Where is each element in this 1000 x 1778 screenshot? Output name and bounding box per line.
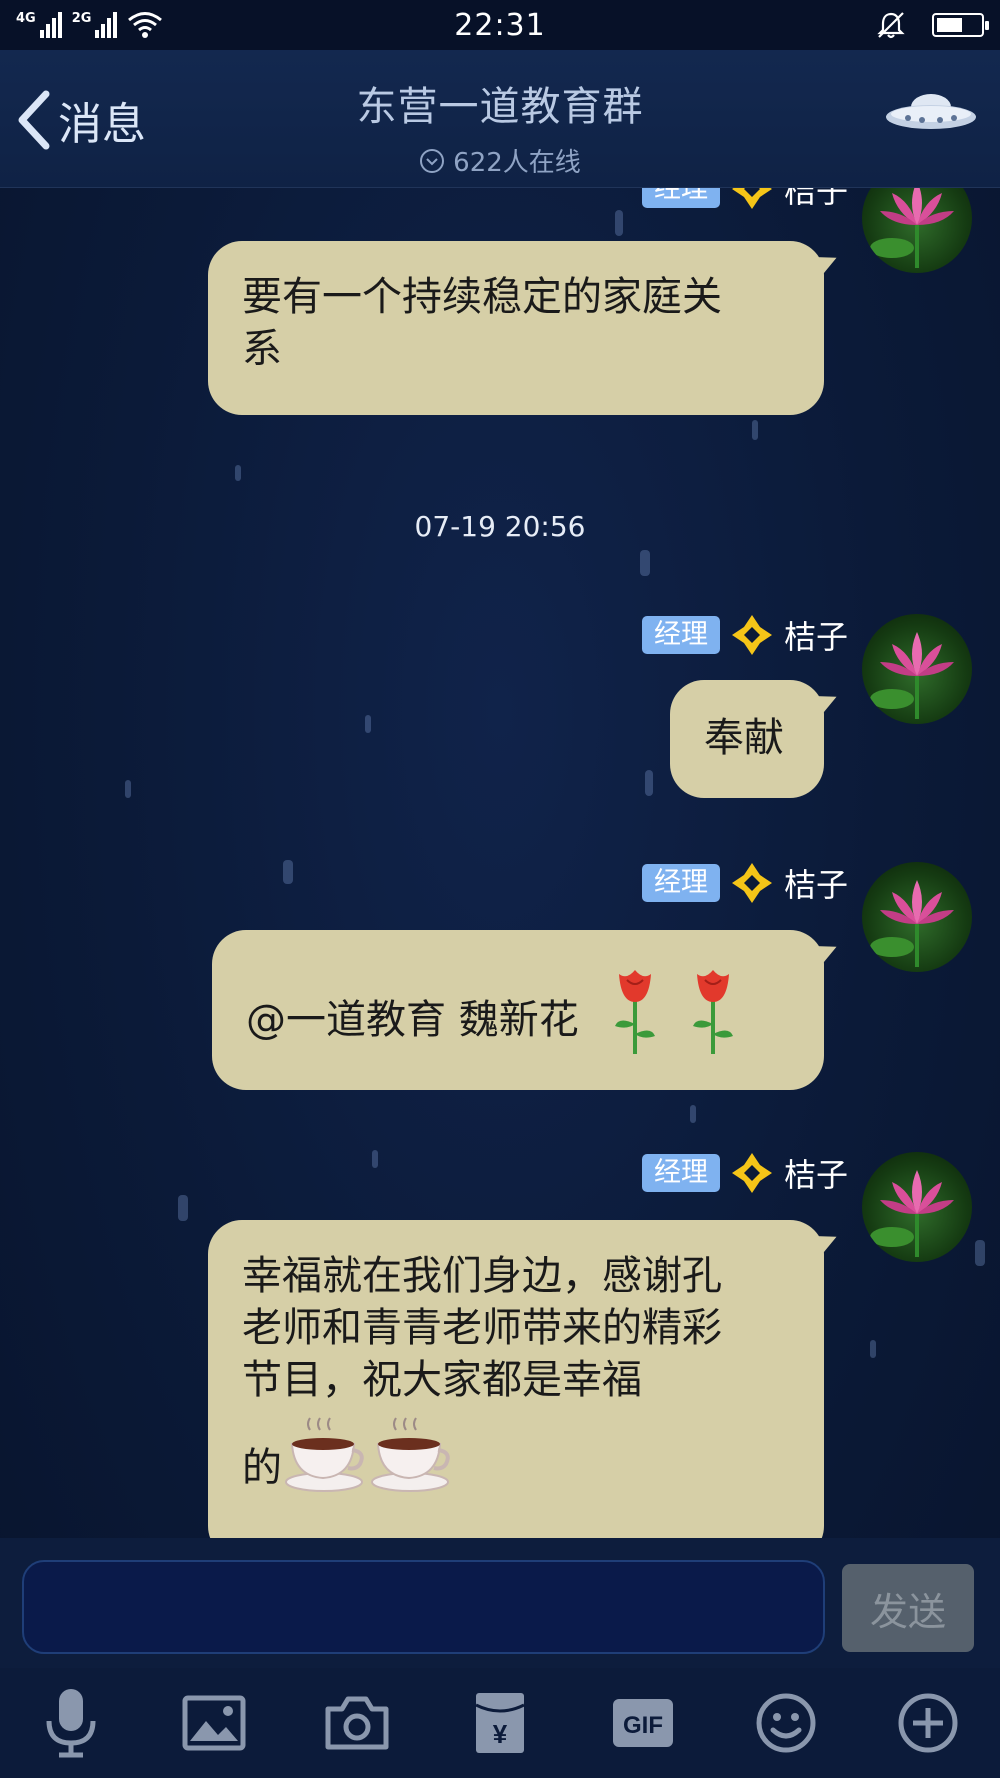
camera-icon (325, 1696, 389, 1750)
status-bar: 4G 2G 22:31 (0, 0, 1000, 50)
message-bubble[interactable]: 幸福就在我们身边，感谢孔 老师和青青老师带来的精彩 节目，祝大家都是幸福 的 (208, 1220, 824, 1538)
gif-button[interactable]: GIF (603, 1683, 683, 1763)
role-badge: 经理 (641, 1154, 720, 1192)
role-badge: 经理 (641, 616, 720, 654)
avatar[interactable] (862, 862, 972, 972)
chevron-down-circle-icon[interactable] (419, 148, 445, 174)
diamond-icon (731, 188, 772, 209)
diamond-icon (731, 615, 772, 655)
sender-name: 桔子 (783, 618, 848, 656)
clock: 22:31 (454, 7, 546, 43)
voice-button[interactable] (31, 1683, 111, 1763)
input-toolbar: ¥ GIF (0, 1668, 1000, 1778)
sender-info: 经理 桔子 (641, 860, 848, 906)
lotus-icon (870, 632, 954, 719)
image-button[interactable] (174, 1683, 254, 1763)
message-input[interactable] (22, 1560, 825, 1654)
ufo-icon (886, 94, 976, 129)
message-text: 系 (242, 326, 282, 372)
bell-muted-icon (877, 12, 905, 39)
lotus-icon (870, 188, 954, 268)
message-text: @一道教育 魏新花 (246, 997, 579, 1043)
sender-info: 经理 桔子 (641, 188, 848, 212)
sender-name: 桔子 (783, 866, 848, 904)
red-packet-button[interactable]: ¥ (460, 1683, 540, 1763)
rose-icon (692, 970, 733, 1054)
diamond-icon (731, 1153, 772, 1193)
message-text: 节目，祝大家都是幸福 (242, 1357, 642, 1403)
avatar[interactable] (862, 614, 972, 724)
coffee-cup-icon (285, 1417, 364, 1492)
sender-name: 桔子 (783, 188, 848, 210)
emoji-button[interactable] (746, 1683, 826, 1763)
role-badge: 经理 (641, 188, 720, 208)
message-text: 奉献 (704, 715, 784, 761)
camera-button[interactable] (317, 1683, 397, 1763)
gif-icon: GIF (612, 1699, 673, 1747)
timestamp: 07-19 20:56 (414, 510, 586, 543)
coffee-cup-icon (371, 1417, 450, 1492)
rose-icon (614, 970, 655, 1054)
message-bubble[interactable]: 要有一个持续稳定的家庭关 系 (208, 241, 824, 415)
online-status: 622人在线 (0, 142, 1000, 179)
sender-name: 桔子 (783, 1156, 848, 1194)
microphone-icon (46, 1689, 96, 1758)
message-bubble[interactable]: 奉献 (670, 680, 824, 798)
gif-label: GIF (623, 1712, 663, 1739)
image-icon (182, 1695, 246, 1751)
sender-info: 经理 桔子 (641, 1150, 848, 1196)
signal-4g-icon: 4G (16, 12, 62, 38)
role-badge: 经理 (641, 864, 720, 902)
message-text: 的 (242, 1445, 282, 1491)
chat-header: 消息 东营一道教育群 622人在线 (0, 50, 1000, 188)
lotus-icon (870, 880, 954, 967)
message-text: 幸福就在我们身边，感谢孔 (242, 1253, 722, 1299)
wifi-icon (128, 12, 163, 38)
avatar[interactable] (862, 1152, 972, 1262)
sender-info: 经理 桔子 (641, 612, 848, 658)
online-count: 622人在线 (453, 148, 581, 178)
group-menu-button[interactable] (884, 90, 978, 140)
avatar[interactable] (862, 188, 972, 273)
red-packet-icon: ¥ (475, 1693, 525, 1753)
composer: 发送 (0, 1538, 1000, 1668)
signal-2g-icon: 2G (72, 12, 118, 38)
battery-icon (932, 13, 989, 37)
network-type-label: 2G (71, 11, 92, 26)
message-text: 老师和青青老师带来的精彩 (242, 1305, 722, 1351)
message-list[interactable]: 经理 桔子 要有一个持续稳定的家庭关 系 07-19 20:56 经理 桔子 奉… (0, 188, 1000, 1538)
network-type-label: 4G (16, 11, 36, 26)
send-button[interactable]: 发送 (842, 1564, 974, 1652)
diamond-icon (731, 863, 772, 903)
lotus-icon (870, 1170, 954, 1257)
message-text: 要有一个持续稳定的家庭关 (242, 274, 722, 320)
yuan-symbol: ¥ (493, 1719, 508, 1749)
chat-screen: 4G 2G 22:31 消息 东营一道教育群 622人在线 经理 桔子 要有一个… (0, 0, 1000, 1778)
more-button[interactable] (888, 1683, 968, 1763)
message-bubble[interactable]: @一道教育 魏新花 (212, 930, 824, 1090)
plus-circle-icon (898, 1693, 958, 1753)
smiley-icon (756, 1693, 816, 1753)
page-title: 东营一道教育群 (356, 84, 644, 130)
